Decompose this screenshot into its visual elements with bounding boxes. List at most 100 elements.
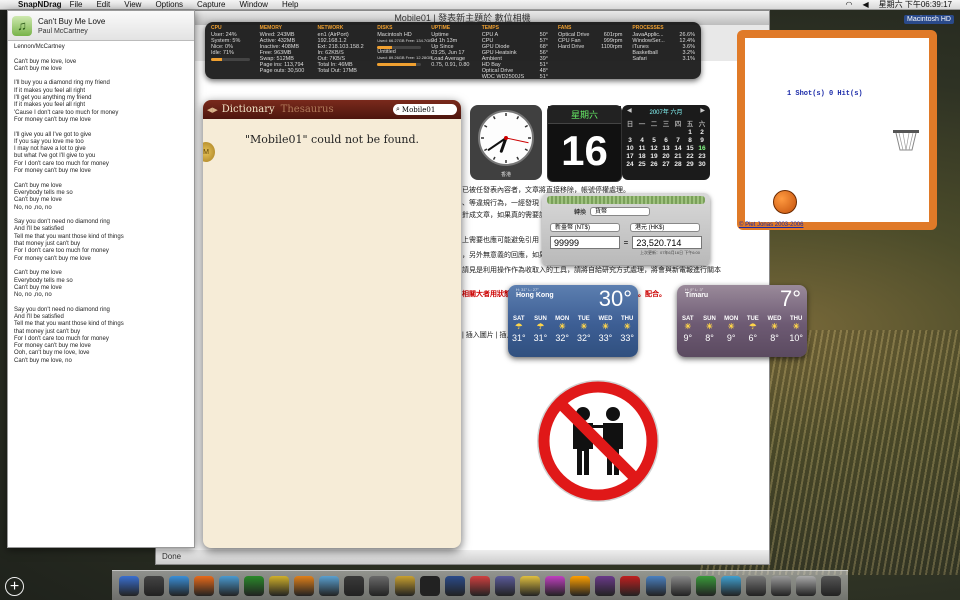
calendar-day[interactable]: 18 — [636, 153, 648, 160]
basketball-ball-icon[interactable] — [773, 190, 797, 214]
istat-disk1-info: Used: 66.27GB Free: 134.7GB — [377, 38, 432, 43]
calendar-day[interactable]: 23 — [696, 153, 708, 160]
currency-amount-input[interactable]: 99999 — [550, 236, 620, 249]
web-toolbar-line[interactable]: | 插入圖片 | 插入 — [462, 330, 513, 340]
calendar-day[interactable]: 14 — [672, 145, 684, 152]
photoshop-icon[interactable] — [444, 575, 465, 596]
dictionary-info-button[interactable]: M — [203, 142, 215, 162]
lyric-line — [14, 299, 188, 306]
folder-icon[interactable] — [770, 575, 791, 596]
app-icon[interactable] — [620, 575, 641, 596]
basketball-credit-link[interactable]: © Piet Jonas 2003-2006 — [739, 222, 803, 228]
dock — [112, 570, 848, 600]
calendar-day[interactable]: 24 — [624, 161, 636, 168]
app-icon[interactable] — [369, 575, 390, 596]
tab-dictionary[interactable]: Dictionary — [222, 104, 275, 115]
calendar-day[interactable]: 25 — [636, 161, 648, 168]
app-icon[interactable] — [720, 575, 741, 596]
app-icon[interactable] — [419, 575, 440, 596]
menu-window[interactable]: Window — [240, 0, 268, 9]
volume-icon[interactable]: ◀ — [862, 0, 868, 9]
calendar-day[interactable]: 20 — [660, 153, 672, 160]
calendar-day[interactable]: 1 — [684, 129, 696, 136]
app-icon[interactable] — [294, 575, 315, 596]
app-icon[interactable] — [570, 575, 591, 596]
calendar-day[interactable]: 29 — [684, 161, 696, 168]
calendar-day[interactable]: 6 — [660, 137, 672, 144]
calendar-day[interactable] — [636, 129, 648, 136]
menu-help[interactable]: Help — [282, 0, 298, 9]
calendar-prev-icon[interactable]: ◀ — [627, 107, 632, 116]
app-icon[interactable] — [394, 575, 415, 596]
sun-icon[interactable] — [269, 575, 290, 596]
calendar-day[interactable] — [624, 129, 636, 136]
tab-thesaurus[interactable]: Thesaurus — [281, 104, 334, 115]
calendar-day[interactable] — [648, 129, 660, 136]
calendar-day[interactable]: 7 — [672, 137, 684, 144]
lyric-line — [14, 212, 188, 219]
folder-icon[interactable] — [520, 575, 541, 596]
calendar-day[interactable]: 27 — [660, 161, 672, 168]
calendar-day[interactable]: 4 — [636, 137, 648, 144]
weather-widget-hongkong[interactable]: H: 31° L: 27° Hong Kong 30° SAT ☂ 31° SUN ☂ 3… — [508, 285, 638, 357]
currency-result-field[interactable]: 23,520.714 — [632, 236, 702, 249]
calendar-day[interactable]: 17 — [624, 153, 636, 160]
weather-widget-timaru[interactable]: H: 9° L: 3° Timaru 7° SAT ☀ 9° SUN ☀ 8° MON ☀ 9°… — [677, 285, 807, 357]
terminal-icon[interactable] — [344, 575, 365, 596]
currency-from-select[interactable]: 新臺幣 (NT$) — [550, 223, 620, 232]
ical-icon[interactable] — [244, 575, 265, 596]
calendar-day[interactable]: 3 — [624, 137, 636, 144]
folder-icon[interactable] — [796, 575, 817, 596]
itunes-icon[interactable] — [168, 575, 189, 596]
menu-capture[interactable]: Capture — [197, 0, 225, 9]
calendar-day[interactable] — [660, 129, 672, 136]
calendar-day[interactable]: 30 — [696, 161, 708, 168]
add-widget-button[interactable]: + — [5, 577, 24, 596]
calendar-day[interactable]: 19 — [648, 153, 660, 160]
calendar-day[interactable]: 15 — [684, 145, 696, 152]
app-icon[interactable] — [695, 575, 716, 596]
dictionary-query[interactable]: Mobile01 — [402, 106, 435, 114]
calendar-day[interactable]: 11 — [636, 145, 648, 152]
finder-icon[interactable] — [118, 575, 139, 596]
calendar-day[interactable]: 8 — [684, 137, 696, 144]
app-icon[interactable] — [670, 575, 691, 596]
calendar-day[interactable]: 21 — [672, 153, 684, 160]
menu-options[interactable]: Options — [155, 0, 183, 9]
calendar-day[interactable]: 13 — [660, 145, 672, 152]
currency-to-select[interactable]: 港元 (HK$) — [630, 223, 700, 232]
hard-disk-label[interactable]: Macintosh HD — [904, 15, 954, 24]
menu-app-name[interactable]: SnapNDrag — [18, 0, 62, 9]
wifi-icon[interactable]: ◠ — [845, 0, 852, 9]
nav-arrows-icon[interactable]: ◀▶ — [207, 106, 218, 114]
app-icon[interactable] — [645, 575, 666, 596]
calendar-icon[interactable] — [469, 575, 490, 596]
calendar-day[interactable]: 16 — [696, 145, 708, 152]
app-icon[interactable] — [319, 575, 340, 596]
trash-icon[interactable] — [821, 575, 842, 596]
calendar-day[interactable] — [672, 129, 684, 136]
app-icon[interactable] — [595, 575, 616, 596]
mail-icon[interactable] — [218, 575, 239, 596]
basketball-widget[interactable]: 1 Shot(s) 0 Hit(s) © Piet Jonas 2003-200… — [737, 30, 937, 230]
calendar-day[interactable]: 12 — [648, 145, 660, 152]
dictionary-search[interactable]: ⌕ Mobile01 — [393, 104, 457, 115]
calendar-next-icon[interactable]: ▶ — [700, 107, 705, 116]
menu-view[interactable]: View — [124, 0, 141, 9]
app-icon[interactable] — [494, 575, 515, 596]
firefox-icon[interactable] — [193, 575, 214, 596]
calendar-day[interactable]: 2 — [696, 129, 708, 136]
menu-file[interactable]: File — [70, 0, 83, 9]
app-icon[interactable] — [745, 575, 766, 596]
menu-edit[interactable]: Edit — [96, 0, 110, 9]
calendar-day[interactable]: 10 — [624, 145, 636, 152]
menu-clock[interactable]: 星期六 下午06:39:17 — [879, 0, 952, 10]
calendar-day[interactable]: 28 — [672, 161, 684, 168]
calendar-day[interactable]: 9 — [696, 137, 708, 144]
calendar-day[interactable]: 5 — [648, 137, 660, 144]
calendar-day[interactable]: 26 — [648, 161, 660, 168]
app-icon[interactable] — [545, 575, 566, 596]
calendar-day[interactable]: 22 — [684, 153, 696, 160]
dashboard-icon[interactable] — [143, 575, 164, 596]
currency-mode-select[interactable]: 貨幣 — [590, 207, 651, 216]
